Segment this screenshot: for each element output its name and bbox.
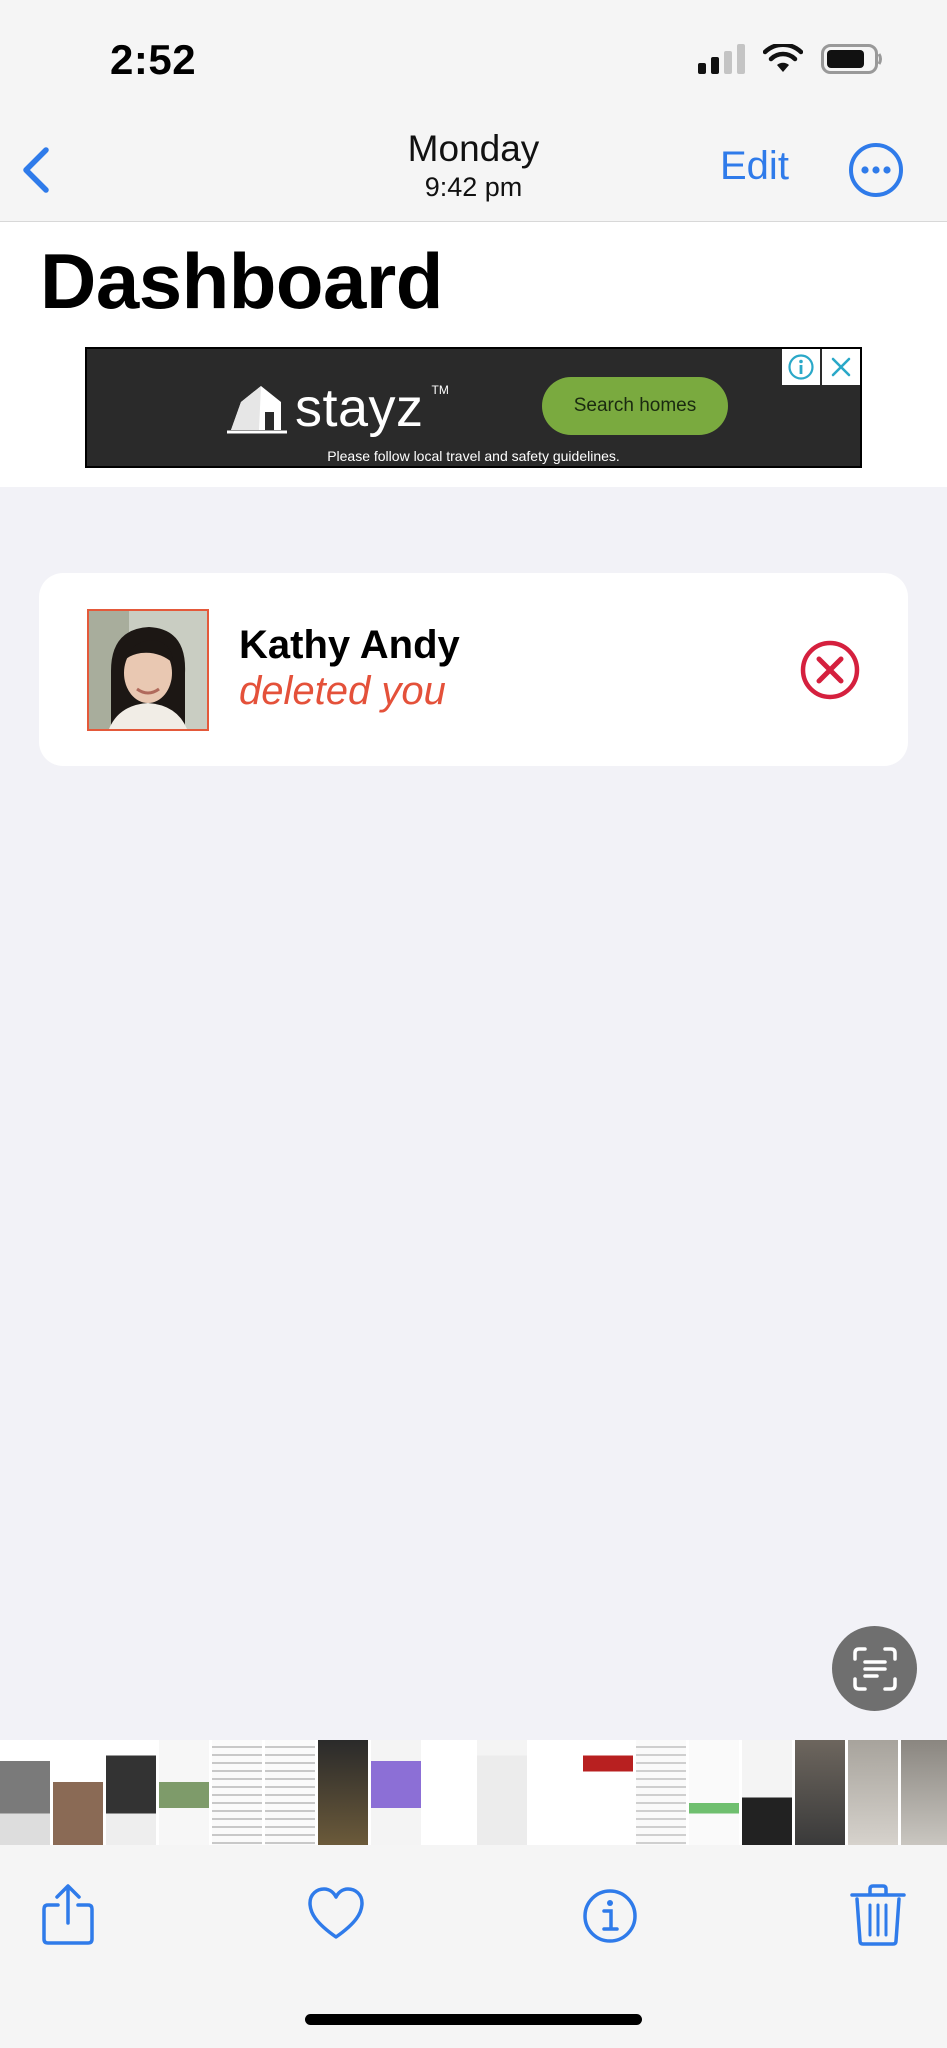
ad-info-icon[interactable] <box>782 349 820 385</box>
ad-close-icon[interactable] <box>822 349 860 385</box>
thumbnail[interactable] <box>901 1740 947 1845</box>
nav-subtitle: 9:42 pm <box>424 172 523 202</box>
house-logo-icon <box>227 386 287 434</box>
thumbnail[interactable] <box>689 1740 739 1845</box>
heart-icon[interactable] <box>306 1883 366 1947</box>
status-time: 2:52 <box>110 36 197 83</box>
notification-card[interactable]: Kathy Andy deleted you <box>39 573 908 766</box>
ad-brand-text: stayz <box>295 378 424 438</box>
more-options-icon[interactable] <box>848 142 904 198</box>
thumbnail[interactable] <box>53 1740 103 1845</box>
nav-title: Monday <box>407 128 540 169</box>
thumbnail[interactable] <box>795 1740 845 1845</box>
thumbnail[interactable] <box>106 1740 156 1845</box>
thumbnail[interactable] <box>477 1740 527 1845</box>
avatar <box>87 609 209 731</box>
thumbnail[interactable] <box>530 1740 580 1845</box>
thumbnail[interactable] <box>159 1740 209 1845</box>
thumbnail[interactable] <box>424 1740 474 1845</box>
avatar-portrait-icon <box>89 611 207 729</box>
info-icon[interactable] <box>580 1883 640 1947</box>
thumbnail[interactable] <box>318 1740 368 1845</box>
home-indicator[interactable] <box>305 2014 642 2025</box>
thumbnail[interactable] <box>212 1740 262 1845</box>
status-icons <box>698 44 883 74</box>
edit-button[interactable]: Edit <box>720 144 789 189</box>
live-text-button[interactable] <box>832 1626 917 1711</box>
contact-name: Kathy Andy <box>239 623 460 667</box>
thumbnail[interactable] <box>636 1740 686 1845</box>
trash-icon[interactable] <box>848 1883 908 1947</box>
ad-search-homes-button[interactable]: Search homes <box>542 377 728 435</box>
remove-x-circle-icon[interactable] <box>799 639 861 701</box>
ad-banner[interactable]: stayz TM Search homes Please follow loca… <box>85 347 862 468</box>
photo-filmstrip[interactable] <box>0 1740 947 1845</box>
page-title: Dashboard <box>40 237 443 325</box>
thumbnail[interactable] <box>583 1740 633 1845</box>
live-text-icon <box>852 1646 897 1691</box>
thumbnail[interactable] <box>371 1740 421 1845</box>
thumbnail[interactable] <box>265 1740 315 1845</box>
navigation-bar: Monday 9:42 pm Edit <box>0 120 947 222</box>
wifi-icon <box>763 44 803 72</box>
ad-logo: stayz TM <box>227 377 449 439</box>
thumbnail[interactable] <box>848 1740 898 1845</box>
header-area: Dashboard stayz TM Search homes Please f… <box>0 222 947 487</box>
cellular-signal-icon <box>698 44 745 74</box>
share-icon[interactable] <box>38 1883 98 1947</box>
ad-footer-text: Please follow local travel and safety gu… <box>327 448 620 464</box>
thumbnail[interactable] <box>0 1740 50 1845</box>
battery-icon <box>821 44 882 74</box>
ad-trademark: TM <box>431 383 449 397</box>
contact-status: deleted you <box>239 669 446 713</box>
status-bar: 2:52 <box>0 0 947 120</box>
thumbnail[interactable] <box>742 1740 792 1845</box>
